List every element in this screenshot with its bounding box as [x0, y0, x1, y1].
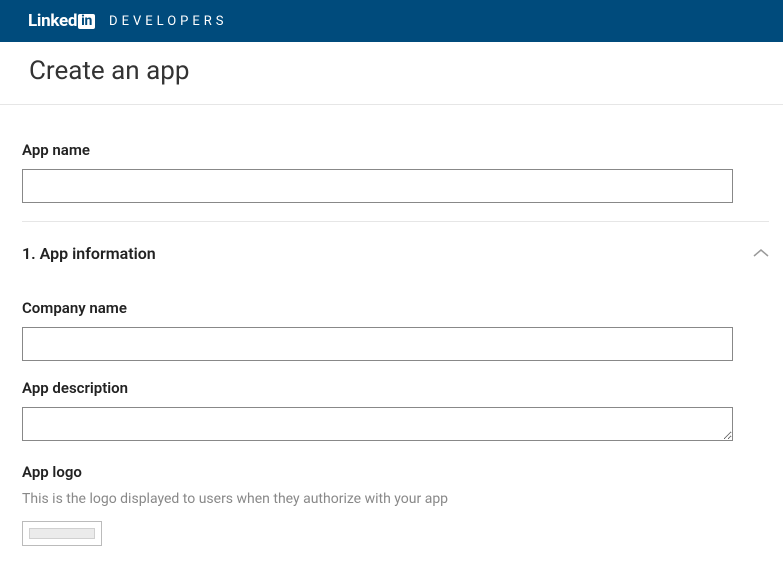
- in-box: in: [78, 14, 95, 29]
- app-name-label: App name: [22, 141, 761, 159]
- field-app-logo: App logo This is the logo displayed to u…: [22, 463, 761, 546]
- app-name-input[interactable]: [22, 169, 733, 203]
- logo-placeholder-icon: [29, 528, 95, 539]
- company-name-input[interactable]: [22, 327, 733, 361]
- app-logo-label: App logo: [22, 463, 761, 481]
- field-app-description: App description: [22, 379, 761, 445]
- section-title: 1. App information: [22, 244, 156, 263]
- brand[interactable]: Linkedin DEVELOPERS: [28, 11, 228, 31]
- chevron-up-icon: [753, 246, 769, 262]
- developers-label: DEVELOPERS: [109, 14, 227, 29]
- form-content: App name 1. App information Company name…: [0, 105, 783, 546]
- logo-upload-box[interactable]: [22, 521, 102, 546]
- page-title: Create an app: [29, 56, 783, 86]
- field-app-name: App name: [22, 141, 761, 203]
- app-logo-help: This is the logo displayed to users when…: [22, 491, 761, 507]
- linked-text: Linked: [28, 11, 77, 31]
- section-header[interactable]: 1. App information: [22, 244, 769, 263]
- divider: [22, 221, 769, 222]
- top-nav: Linkedin DEVELOPERS: [0, 0, 783, 42]
- page-header: Create an app: [0, 42, 783, 105]
- field-company-name: Company name: [22, 299, 761, 361]
- linkedin-logo: Linkedin: [28, 11, 95, 31]
- app-description-label: App description: [22, 379, 761, 397]
- company-name-label: Company name: [22, 299, 761, 317]
- app-description-input[interactable]: [22, 407, 733, 441]
